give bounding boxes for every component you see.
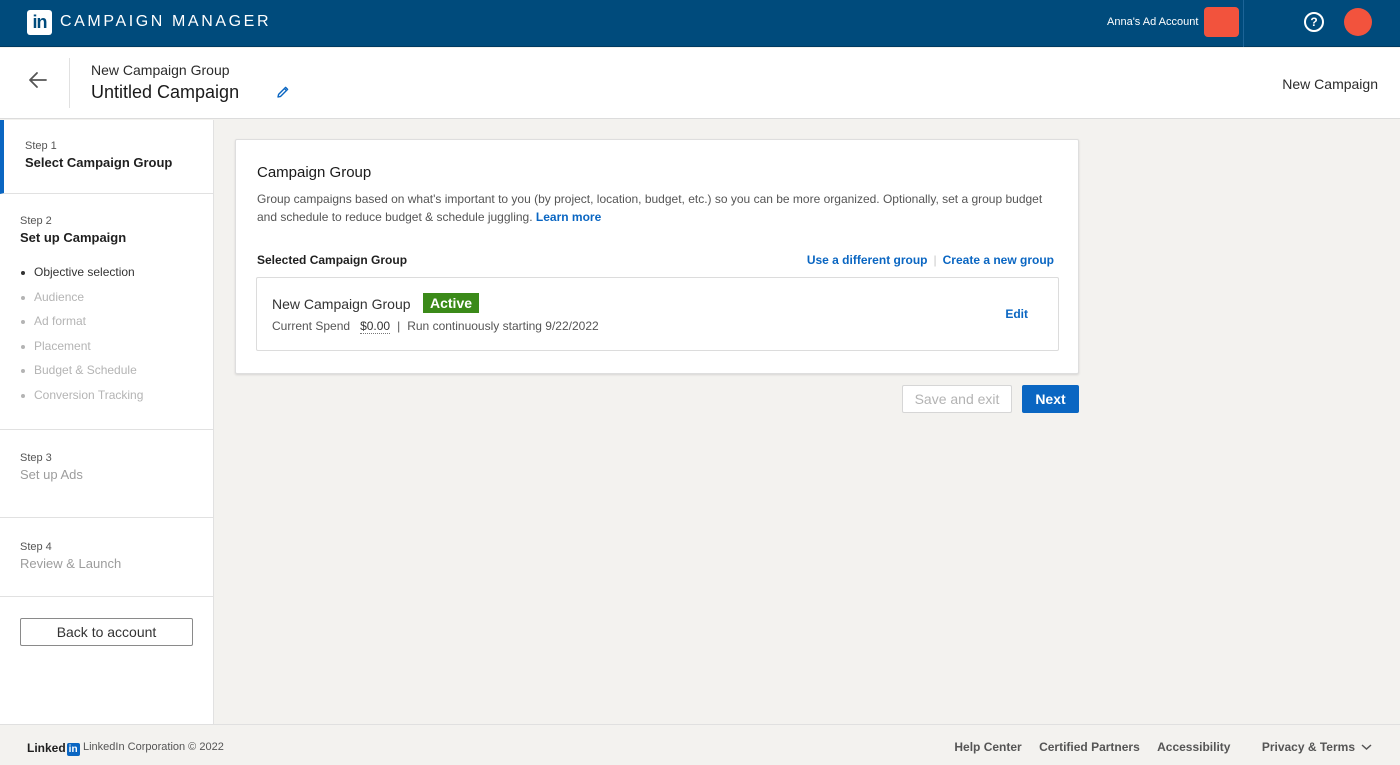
sidebar-step-2[interactable]: Step 2 Set up Campaign Objective selecti…	[0, 194, 213, 430]
selected-group-label: Selected Campaign Group	[257, 253, 408, 267]
chevron-down-icon	[1361, 744, 1372, 751]
group-meta: Current Spend $0.00 | Run continuously sta…	[272, 319, 599, 334]
step-number: Step 2	[20, 215, 52, 227]
footer-logo[interactable]: Linked in	[27, 741, 80, 756]
footer-link-help-center[interactable]: Help Center	[954, 740, 1021, 754]
sidebar-step-1[interactable]: Step 1 Select Campaign Group	[0, 120, 213, 194]
status-badge: Active	[423, 293, 480, 313]
use-different-group-link[interactable]: Use a different group	[807, 253, 928, 267]
top-navigation-bar: in CAMPAIGN MANAGER Anna's Ad Account ?	[0, 0, 1400, 47]
new-campaign-label: New Campaign	[1282, 76, 1378, 92]
create-new-group-link[interactable]: Create a new group	[943, 253, 1054, 267]
card-title: Campaign Group	[257, 164, 372, 181]
learn-more-link[interactable]: Learn more	[536, 210, 601, 224]
pencil-icon[interactable]	[276, 85, 290, 99]
account-switcher[interactable]	[1204, 7, 1239, 37]
help-icon[interactable]: ?	[1304, 12, 1324, 32]
footer: Linked in LinkedIn Corporation © 2022 Hel…	[0, 724, 1400, 765]
next-button[interactable]: Next	[1022, 385, 1079, 413]
step-name: Select Campaign Group	[25, 155, 173, 170]
description-text: Group campaigns based on what's importan…	[257, 192, 1043, 224]
campaign-header: New Campaign Group Untitled Campaign New…	[0, 48, 1400, 119]
account-name[interactable]: Anna's Ad Account	[1107, 16, 1198, 28]
selected-group-box: New Campaign Group Active Current Spend …	[256, 277, 1059, 351]
edit-group-link[interactable]: Edit	[1005, 307, 1028, 321]
step-number: Step 4	[20, 541, 52, 553]
link-separator: |	[933, 253, 937, 267]
save-and-exit-button[interactable]: Save and exit	[902, 385, 1012, 413]
campaign-group-label: New Campaign Group	[91, 62, 230, 78]
footer-logo-in-icon: in	[66, 743, 80, 756]
step-name: Set up Campaign	[20, 230, 127, 245]
step-name: Review & Launch	[20, 556, 122, 571]
header-divider	[69, 58, 70, 108]
substep-ad-format: Ad format	[21, 314, 143, 339]
group-actions: Use a different group | Create a new group	[807, 253, 1054, 267]
step-number: Step 1	[25, 140, 57, 152]
group-name: New Campaign Group	[272, 296, 411, 312]
sidebar-step-4: Step 4 Review & Launch	[0, 518, 213, 597]
page-title: Untitled Campaign	[91, 82, 240, 102]
substep-placement: Placement	[21, 339, 143, 364]
substep-list: Objective selection Audience Ad format P…	[21, 265, 143, 413]
footer-links: Help Center Certified Partners Accessibi…	[940, 740, 1372, 754]
step-name: Set up Ads	[20, 467, 83, 482]
spend-label: Current Spend	[272, 319, 351, 333]
footer-copyright: LinkedIn Corporation © 2022	[83, 741, 224, 753]
footer-logo-word: Linked	[27, 741, 66, 755]
footer-link-privacy-terms[interactable]: Privacy & Terms	[1248, 740, 1372, 754]
card-description: Group campaigns based on what's importan…	[257, 190, 1062, 226]
app-title: CAMPAIGN MANAGER	[60, 13, 272, 30]
sidebar-step-3: Step 3 Set up Ads	[0, 430, 213, 518]
back-arrow-icon[interactable]	[26, 68, 50, 92]
footer-link-accessibility[interactable]: Accessibility	[1157, 740, 1230, 754]
back-to-account-button[interactable]: Back to account	[20, 618, 193, 646]
privacy-terms-label: Privacy & Terms	[1261, 740, 1355, 754]
steps-sidebar: Step 1 Select Campaign Group Step 2 Set …	[0, 120, 214, 724]
footer-link-certified-partners[interactable]: Certified Partners	[1039, 740, 1140, 754]
meta-separator: |	[397, 319, 401, 333]
substep-conversion-tracking: Conversion Tracking	[21, 388, 143, 413]
substep-objective-selection[interactable]: Objective selection	[21, 265, 143, 290]
avatar[interactable]	[1344, 8, 1372, 36]
linkedin-logo-icon[interactable]: in	[27, 10, 52, 35]
schedule-text: Run continuously starting 9/22/2022	[407, 319, 599, 333]
campaign-group-card: Campaign Group Group campaigns based on …	[235, 139, 1079, 374]
substep-audience: Audience	[21, 290, 143, 315]
step-number: Step 3	[20, 452, 52, 464]
substep-budget-schedule: Budget & Schedule	[21, 363, 143, 388]
spend-value[interactable]: $0.00	[360, 319, 391, 334]
topbar-divider	[1243, 0, 1244, 47]
